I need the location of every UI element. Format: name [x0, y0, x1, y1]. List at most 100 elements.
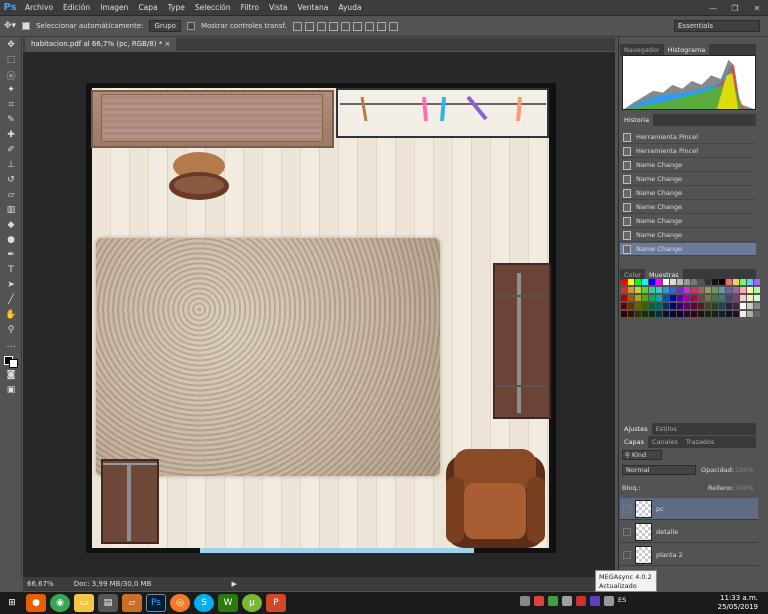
visibility-icon[interactable]: [623, 550, 631, 559]
color-swatch[interactable]: [719, 303, 725, 309]
color-swatch[interactable]: [747, 287, 753, 293]
align-buttons[interactable]: [292, 21, 398, 31]
powerpoint-icon[interactable]: P: [266, 594, 286, 612]
color-swatch[interactable]: [712, 295, 718, 301]
color-swatch[interactable]: [642, 303, 648, 309]
tray-icon[interactable]: [534, 596, 544, 606]
store-icon[interactable]: ▤: [98, 594, 118, 612]
color-swatch[interactable]: [684, 311, 690, 317]
history-item[interactable]: Name Change: [620, 159, 756, 172]
color-swatch[interactable]: [649, 287, 655, 293]
color-swatch[interactable]: [628, 303, 634, 309]
blur-icon[interactable]: ◆: [1, 218, 21, 232]
move-tool-icon[interactable]: ✥▾: [4, 21, 16, 31]
menu-archivo[interactable]: Archivo: [20, 0, 58, 16]
color-swatch[interactable]: [698, 295, 704, 301]
color-swatch[interactable]: [677, 311, 683, 317]
tray-icon[interactable]: [576, 596, 586, 606]
color-swatch[interactable]: [698, 287, 704, 293]
color-swatch[interactable]: [726, 311, 732, 317]
color-swatch[interactable]: [705, 303, 711, 309]
opacity-value[interactable]: 100%: [735, 466, 754, 474]
tray-icon[interactable]: [590, 596, 600, 606]
color-swatch[interactable]: [642, 287, 648, 293]
color-swatch[interactable]: [642, 311, 648, 317]
color-swatch[interactable]: [635, 311, 641, 317]
tab-trazados[interactable]: Trazados: [682, 436, 719, 448]
color-swatch[interactable]: [649, 311, 655, 317]
color-swatch[interactable]: [740, 303, 746, 309]
color-swatch[interactable]: [691, 287, 697, 293]
color-swatch[interactable]: [677, 287, 683, 293]
color-swatch[interactable]: [670, 303, 676, 309]
color-swatch[interactable]: [747, 303, 753, 309]
color-swatch[interactable]: [663, 311, 669, 317]
color-swatch[interactable]: [684, 287, 690, 293]
color-swatch[interactable]: [719, 295, 725, 301]
stamp-icon[interactable]: ⊥: [1, 158, 21, 172]
history-item-selected[interactable]: Name Change: [620, 243, 756, 256]
color-swatch[interactable]: [747, 295, 753, 301]
color-swatch[interactable]: [740, 311, 746, 317]
color-swatch[interactable]: [705, 295, 711, 301]
menu-filtro[interactable]: Filtro: [236, 0, 264, 16]
color-swatch[interactable]: [733, 279, 739, 285]
word-icon[interactable]: W: [218, 594, 238, 612]
color-swatch[interactable]: [740, 279, 746, 285]
color-swatch[interactable]: [635, 295, 641, 301]
color-swatch[interactable]: [740, 287, 746, 293]
align-center-icon[interactable]: [340, 21, 350, 31]
color-swatch[interactable]: [698, 311, 704, 317]
align-right-icon[interactable]: [352, 21, 362, 31]
history-item[interactable]: Name Change: [620, 201, 756, 214]
color-swatch[interactable]: [684, 279, 690, 285]
document-tab[interactable]: habitacion.pdf al 66,7% (pc, RGB/8) * ×: [25, 38, 177, 51]
language-indicator[interactable]: ES: [618, 596, 626, 606]
blend-mode-dropdown[interactable]: Normal: [622, 465, 696, 475]
color-swatch[interactable]: [684, 303, 690, 309]
color-swatch[interactable]: [684, 295, 690, 301]
tab-estilos[interactable]: Estilos: [652, 423, 681, 435]
menu-seleccion[interactable]: Selección: [190, 0, 236, 16]
color-swatch[interactable]: [733, 287, 739, 293]
layer-row[interactable]: detalle: [620, 521, 758, 543]
layer-row-selected[interactable]: pc: [620, 498, 758, 520]
close-tab-icon[interactable]: ×: [164, 40, 170, 48]
color-swatch[interactable]: [712, 287, 718, 293]
color-swatch[interactable]: [691, 311, 697, 317]
color-swatch[interactable]: [698, 303, 704, 309]
path-select-icon[interactable]: ➤: [1, 278, 21, 292]
color-swatch[interactable]: [656, 279, 662, 285]
gradient-icon[interactable]: ▥: [1, 203, 21, 217]
align-bottom-icon[interactable]: [316, 21, 326, 31]
tab-historia[interactable]: Historia: [620, 114, 654, 126]
eyedropper-icon[interactable]: ✎: [1, 113, 21, 127]
eraser-icon[interactable]: ▱: [1, 188, 21, 202]
color-swatch[interactable]: [670, 311, 676, 317]
color-swatch[interactable]: [628, 311, 634, 317]
color-swatch[interactable]: [705, 311, 711, 317]
color-swatch[interactable]: [621, 303, 627, 309]
color-swatch[interactable]: [656, 311, 662, 317]
color-swatch[interactable]: [621, 311, 627, 317]
color-swatch[interactable]: [677, 303, 683, 309]
color-swatch[interactable]: [663, 295, 669, 301]
move-icon[interactable]: ✥: [1, 38, 21, 52]
color-swatch[interactable]: [726, 287, 732, 293]
zoom-icon[interactable]: ⚲: [1, 323, 21, 337]
history-item[interactable]: Name Change: [620, 229, 756, 242]
color-swatch-icon[interactable]: [1, 353, 21, 368]
maximize-button[interactable]: ❐: [724, 0, 746, 16]
color-swatch[interactable]: [642, 295, 648, 301]
layer-row[interactable]: planta 2: [620, 544, 758, 566]
color-swatch[interactable]: [670, 279, 676, 285]
color-swatch[interactable]: [663, 303, 669, 309]
crop-icon[interactable]: ⌗: [1, 98, 21, 112]
menu-edicion[interactable]: Edición: [58, 0, 95, 16]
color-swatch[interactable]: [635, 303, 641, 309]
color-swatch[interactable]: [677, 295, 683, 301]
color-swatch[interactable]: [621, 279, 627, 285]
color-swatch[interactable]: [621, 295, 627, 301]
color-swatch[interactable]: [733, 295, 739, 301]
color-swatch[interactable]: [754, 303, 760, 309]
